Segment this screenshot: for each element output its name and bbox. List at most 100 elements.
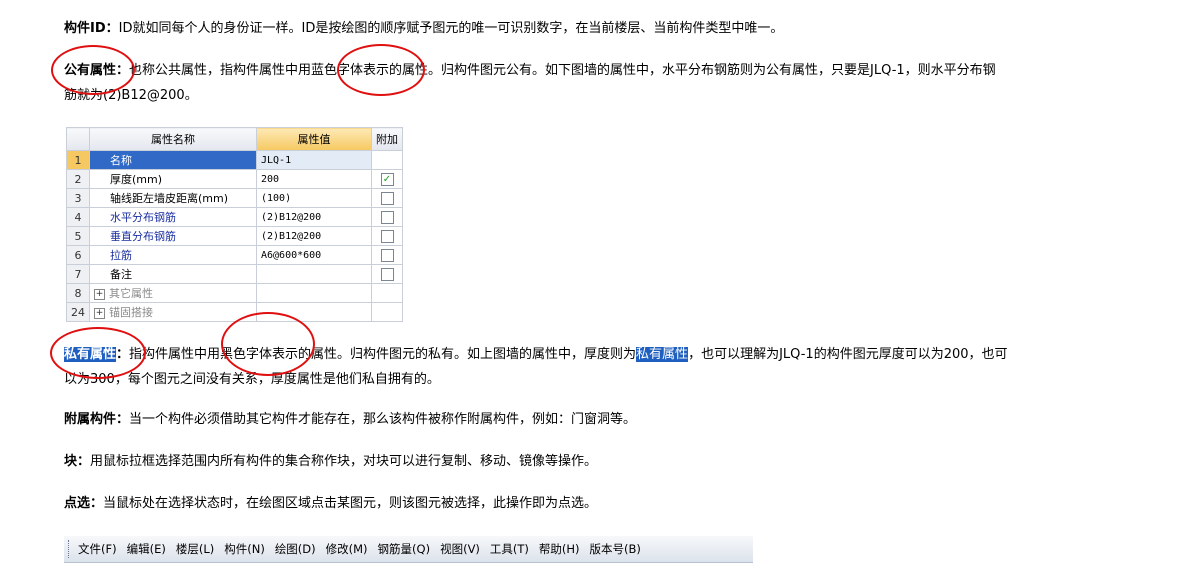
term-colon: ： bbox=[90, 496, 104, 511]
term-private-attribute: 私有属性 bbox=[64, 347, 117, 362]
property-name-cell[interactable]: 水平分布钢筋 bbox=[89, 207, 257, 227]
term-colon: ： bbox=[77, 454, 91, 469]
property-value-cell[interactable]: (2)B12@200 bbox=[256, 207, 372, 227]
grid-row[interactable]: 7 备注 bbox=[66, 264, 403, 284]
property-name-cell[interactable]: + 其它属性 bbox=[89, 283, 257, 303]
grid-row[interactable]: 6 拉筋 A6@600*600 bbox=[66, 245, 403, 265]
property-name-cell[interactable]: 名称 bbox=[89, 150, 257, 170]
menu-items: 文件(F) 编辑(E) 楼层(L) 构件(N) 绘图(D) 修改(M) 钢筋量(Q) 视图(V… bbox=[78, 541, 651, 557]
menu-item[interactable]: 编辑(E) bbox=[127, 541, 166, 557]
row-number: 3 bbox=[66, 188, 90, 208]
row-number: 1 bbox=[66, 150, 90, 170]
property-value-cell[interactable] bbox=[256, 302, 372, 322]
menu-item[interactable]: 版本号(B) bbox=[590, 541, 641, 557]
term-block: 块 bbox=[64, 454, 78, 469]
menu-bar: 文件(F) 编辑(E) 楼层(L) 构件(N) 绘图(D) 修改(M) 钢筋量(Q) 视图(V… bbox=[64, 536, 753, 563]
menu-item[interactable]: 楼层(L) bbox=[176, 541, 214, 557]
term-point-select: 点选 bbox=[64, 496, 91, 511]
row-number: 5 bbox=[66, 226, 90, 246]
menu-item[interactable]: 绘图(D) bbox=[275, 541, 316, 557]
grid-row[interactable]: 5 垂直分布钢筋 (2)B12@200 bbox=[66, 226, 403, 246]
row-number: 2 bbox=[66, 169, 90, 189]
paragraph-text: 当鼠标处在选择状态时，在绘图区域点击某图元，则该图元被选择，此操作即为点选。 bbox=[103, 496, 598, 511]
paragraph-text-line2: 筋就为(2)B12@200。 bbox=[64, 88, 198, 103]
property-name: 锚固搭接 bbox=[109, 306, 153, 319]
property-name-cell[interactable]: 厚度(mm) bbox=[89, 169, 257, 189]
term-colon: ： bbox=[116, 63, 130, 78]
paragraph-text: ID就如同每个人的身份证一样。ID是按绘图的顺序赋予图元的唯一可识别数字，在当前… bbox=[118, 21, 784, 36]
property-name: 备注 bbox=[110, 268, 132, 281]
grid-row[interactable]: 4 水平分布钢筋 (2)B12@200 bbox=[66, 207, 403, 227]
property-name-cell[interactable]: 轴线距左墙皮距离(mm) bbox=[89, 188, 257, 208]
menu-item[interactable]: 修改(M) bbox=[326, 541, 368, 557]
toolbar-grip[interactable] bbox=[68, 540, 72, 558]
property-value-cell[interactable]: 200 bbox=[256, 169, 372, 189]
grid-header-value[interactable]: 属性值 bbox=[256, 127, 372, 151]
attach-cell bbox=[371, 188, 403, 208]
paragraph-text-a: 指构件属性中用黑色字体表示的属性。归构件图元的私有。如上图墙的属性中，厚度则为 bbox=[129, 347, 637, 362]
property-name-cell[interactable]: 垂直分布钢筋 bbox=[89, 226, 257, 246]
attach-cell bbox=[371, 150, 403, 170]
attach-cell bbox=[371, 302, 403, 322]
paragraph-point-select: 点选：当鼠标处在选择状态时，在绘图区域点击某图元，则该图元被选择，此操作即为点选… bbox=[64, 491, 1159, 516]
grid-row[interactable]: 3 轴线距左墙皮距离(mm) (100) bbox=[66, 188, 403, 208]
row-number: 7 bbox=[66, 264, 90, 284]
expand-icon[interactable]: + bbox=[94, 288, 105, 300]
property-name-cell[interactable]: 备注 bbox=[89, 264, 257, 284]
paragraph-attached-component: 附属构件：当一个构件必须借助其它构件才能存在，那么该构件被称作附属构件，例如：门… bbox=[64, 407, 1159, 432]
grid-header-name[interactable]: 属性名称 bbox=[89, 127, 257, 151]
row-number: 6 bbox=[66, 245, 90, 265]
grid-row[interactable]: 8 + 其它属性 bbox=[66, 283, 403, 303]
attach-checkbox[interactable] bbox=[380, 229, 394, 243]
menu-item[interactable]: 文件(F) bbox=[78, 541, 117, 557]
paragraph-text-line2: 以为300，每个图元之间没有关系，厚度属性是他们私自拥有的。 bbox=[64, 372, 440, 387]
row-number: 24 bbox=[66, 302, 90, 322]
attach-checkbox[interactable] bbox=[380, 267, 394, 281]
grid-header-row: 属性名称 属性值 附加 bbox=[66, 127, 403, 151]
paragraph-text-line1: 也称公共属性，指构件属性中用蓝色字体表示的属性。归构件图元公有。如下图墙的属性中… bbox=[129, 63, 996, 78]
property-name: 拉筋 bbox=[110, 249, 132, 262]
attach-cell: ✓ bbox=[371, 169, 403, 189]
property-value-cell[interactable] bbox=[256, 283, 372, 303]
property-name-cell[interactable]: + 锚固搭接 bbox=[89, 302, 257, 322]
highlighted-text: 私有属性 bbox=[636, 347, 689, 362]
menu-item[interactable]: 钢筋量(Q) bbox=[378, 541, 431, 557]
grid-row[interactable]: 1 名称 JLQ-1 bbox=[66, 150, 403, 170]
menu-item[interactable]: 构件(N) bbox=[224, 541, 265, 557]
property-name-cell[interactable]: 拉筋 bbox=[89, 245, 257, 265]
property-name: 厚度(mm) bbox=[110, 173, 163, 186]
attach-checkbox-checked[interactable]: ✓ bbox=[380, 172, 394, 186]
term-public-attribute: 公有属性 bbox=[64, 63, 117, 78]
term-attached-component: 附属构件 bbox=[64, 412, 117, 427]
menu-item[interactable]: 帮助(H) bbox=[539, 541, 580, 557]
property-value-cell[interactable]: (100) bbox=[256, 188, 372, 208]
row-number: 8 bbox=[66, 283, 90, 303]
property-grid: 属性名称 属性值 附加 1 名称 JLQ-1 2 厚度(mm) 200 ✓ 3 轴线距左墙皮距离… bbox=[66, 127, 403, 322]
menu-item[interactable]: 视图(V) bbox=[440, 541, 480, 557]
paragraph-text: 用鼠标拉框选择范围内所有构件的集合称作块，对块可以进行复制、移动、镜像等操作。 bbox=[90, 454, 598, 469]
attach-cell bbox=[371, 245, 403, 265]
grid-header-extra[interactable]: 附加 bbox=[371, 127, 403, 151]
expand-icon[interactable]: + bbox=[94, 307, 105, 319]
paragraph-public-attribute: 公有属性：也称公共属性，指构件属性中用蓝色字体表示的属性。归构件图元公有。如下图… bbox=[64, 58, 1159, 108]
attach-checkbox[interactable] bbox=[380, 248, 394, 262]
property-value-cell[interactable]: JLQ-1 bbox=[256, 150, 372, 170]
attach-checkbox[interactable] bbox=[380, 210, 394, 224]
paragraph-block: 块：用鼠标拉框选择范围内所有构件的集合称作块，对块可以进行复制、移动、镜像等操作… bbox=[64, 449, 1159, 474]
paragraph-text: 当一个构件必须借助其它构件才能存在，那么该构件被称作附属构件，例如：门窗洞等。 bbox=[129, 412, 637, 427]
grid-row[interactable]: 24 + 锚固搭接 bbox=[66, 302, 403, 322]
property-name: 名称 bbox=[110, 154, 132, 167]
grid-header-corner bbox=[66, 127, 90, 151]
grid-body: 1 名称 JLQ-1 2 厚度(mm) 200 ✓ 3 轴线距左墙皮距离(mm) (100) 4 水平… bbox=[66, 150, 403, 322]
property-value-cell[interactable]: (2)B12@200 bbox=[256, 226, 372, 246]
menu-item[interactable]: 工具(T) bbox=[490, 541, 529, 557]
property-value-cell[interactable]: A6@600*600 bbox=[256, 245, 372, 265]
property-value-cell[interactable] bbox=[256, 264, 372, 284]
term-colon: ： bbox=[105, 21, 119, 36]
paragraph-component-id: 构件ID：ID就如同每个人的身份证一样。ID是按绘图的顺序赋予图元的唯一可识别数… bbox=[64, 16, 1159, 41]
attach-checkbox[interactable] bbox=[380, 191, 394, 205]
attach-cell bbox=[371, 283, 403, 303]
term-colon: ： bbox=[116, 347, 130, 362]
grid-row[interactable]: 2 厚度(mm) 200 ✓ bbox=[66, 169, 403, 189]
term-component-id: 构件ID bbox=[64, 21, 106, 36]
